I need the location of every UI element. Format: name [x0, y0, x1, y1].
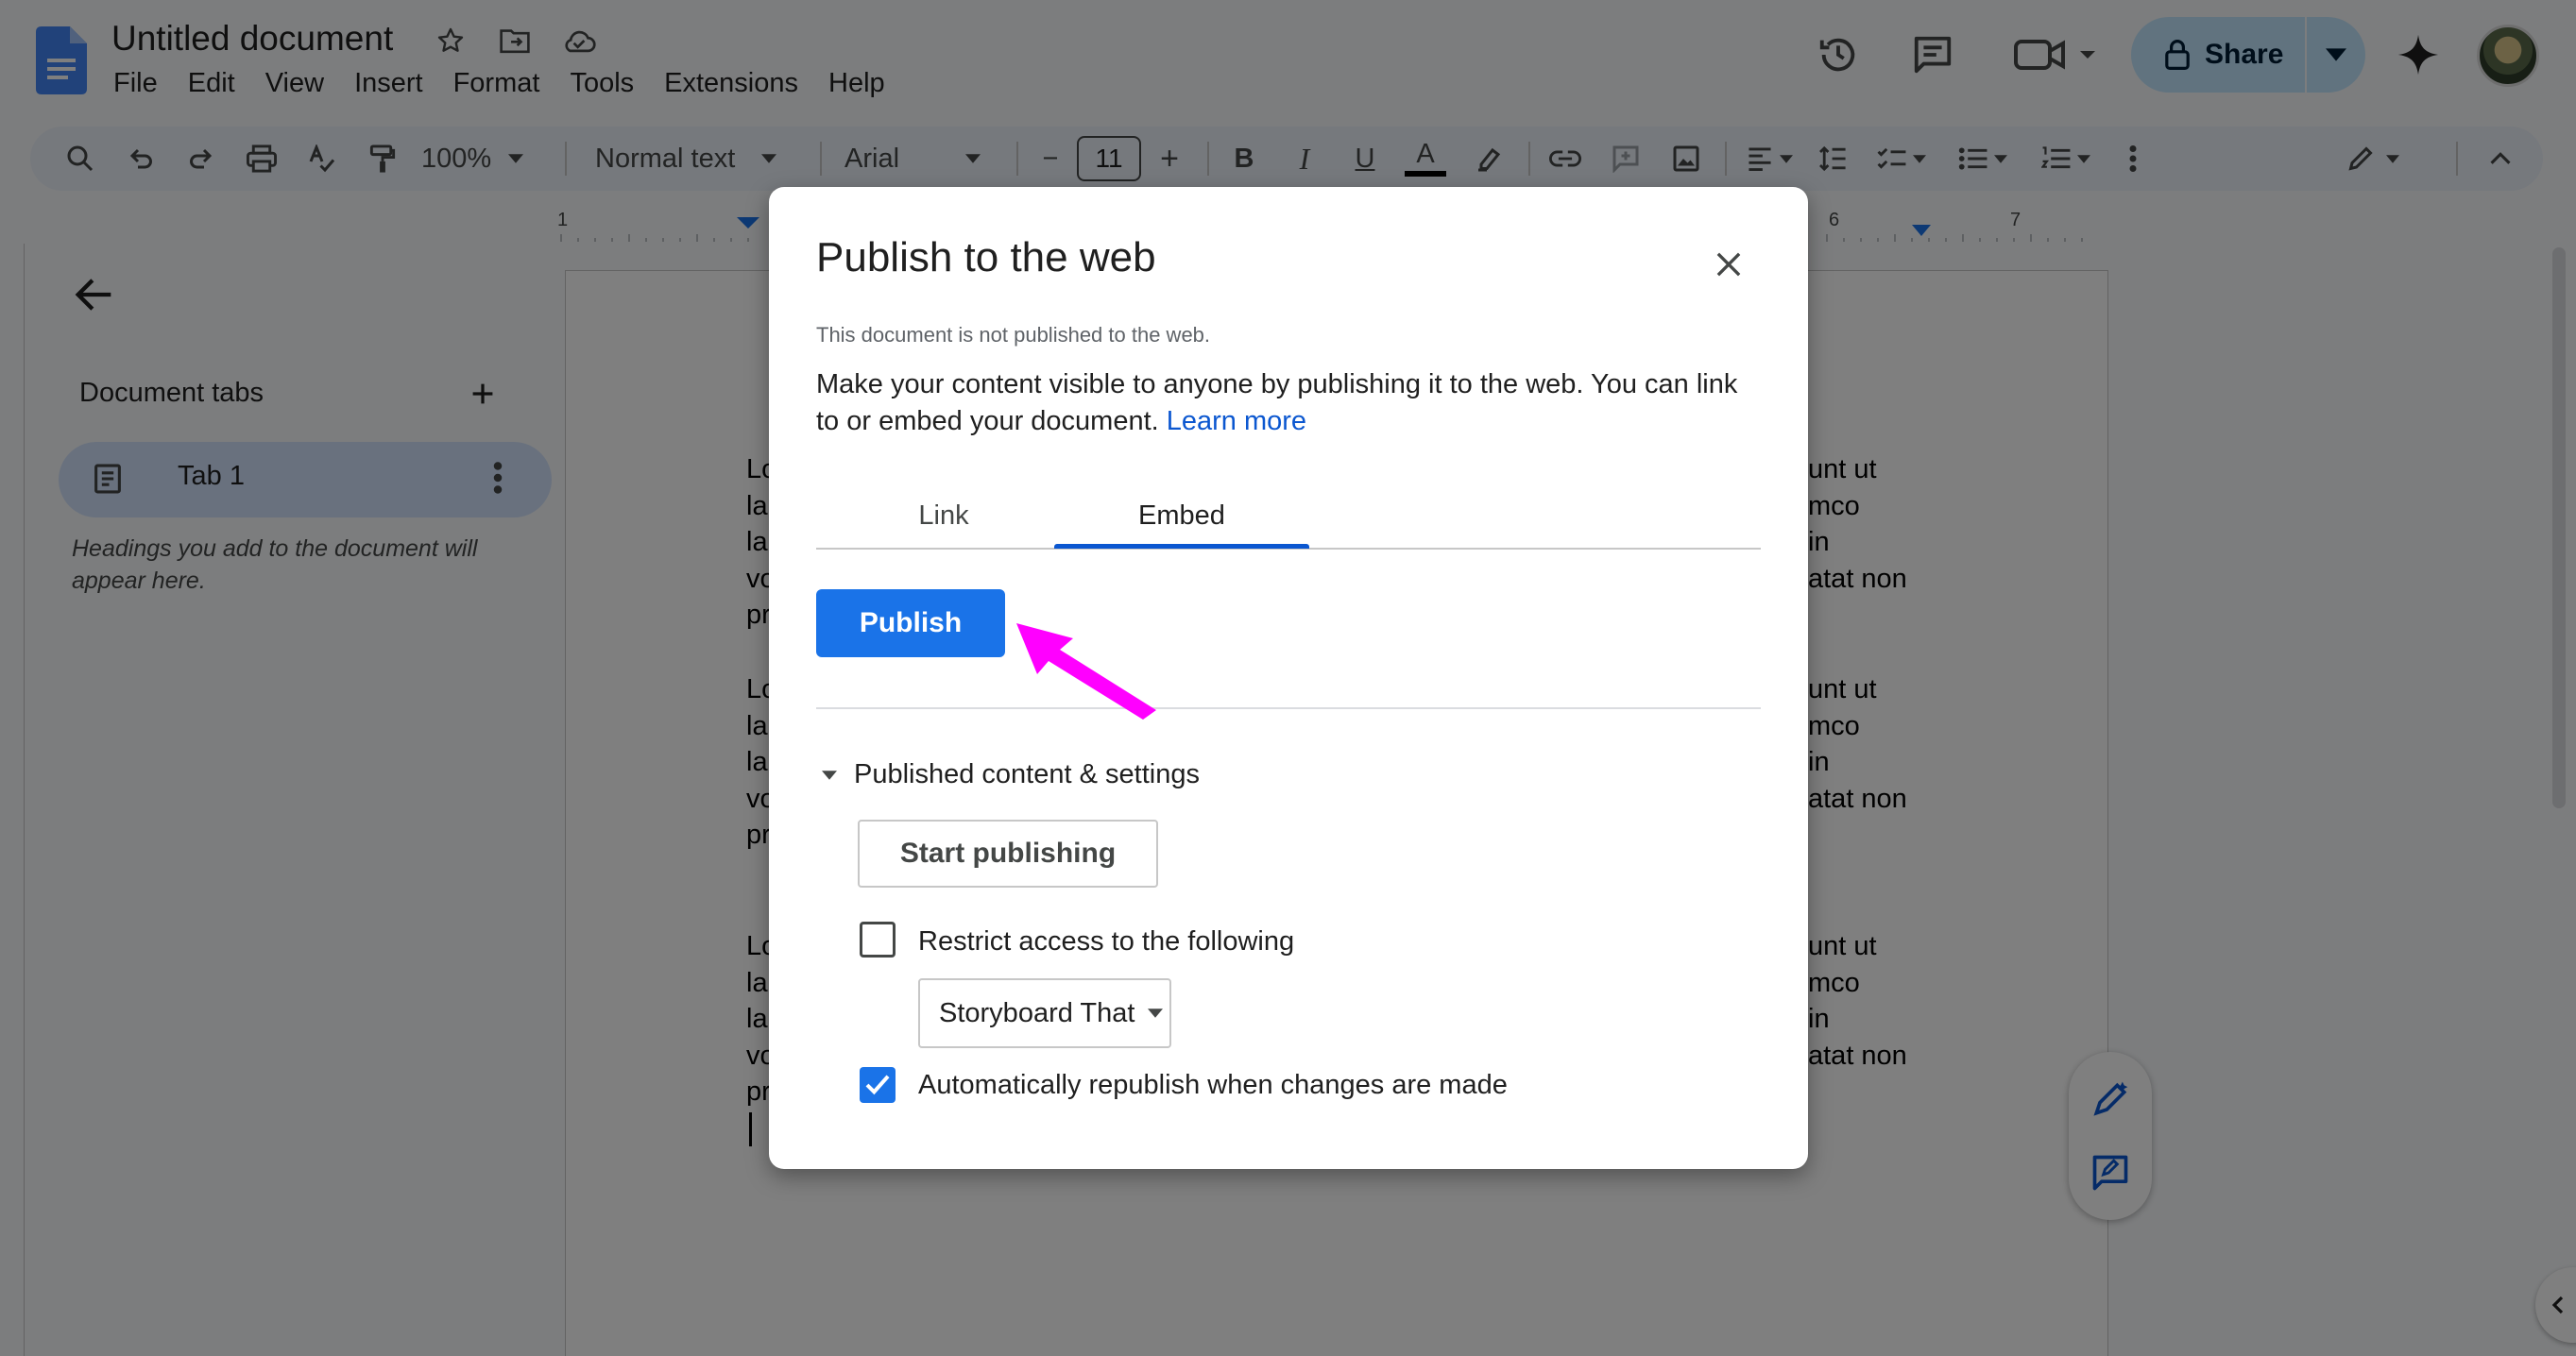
restrict-access-checkbox[interactable] [860, 922, 896, 958]
organization-value: Storyboard That [939, 997, 1135, 1028]
divider [816, 707, 1761, 709]
caret-down-icon [822, 770, 837, 780]
chevron-down-icon [1148, 1009, 1164, 1018]
published-settings-toggle[interactable]: Published content & settings [822, 759, 1200, 790]
learn-more-link[interactable]: Learn more [1167, 406, 1306, 436]
auto-republish-label: Automatically republish when changes are… [918, 1070, 1508, 1100]
annotation-arrow-icon [1016, 623, 1156, 720]
publish-to-web-dialog: Publish to the web This document is not … [769, 187, 1808, 1169]
tab-link[interactable]: Link [816, 500, 1071, 532]
checkmark-icon [865, 1075, 890, 1095]
dialog-title: Publish to the web [816, 234, 1156, 280]
auto-republish-checkbox[interactable] [860, 1067, 896, 1103]
start-publishing-button[interactable]: Start publishing [858, 820, 1158, 888]
publish-status-text: This document is not published to the we… [816, 323, 1211, 347]
publish-tabs: Link Embed [816, 489, 1761, 550]
publish-button[interactable]: Publish [816, 589, 1005, 657]
close-icon[interactable] [1704, 240, 1753, 289]
active-tab-indicator [1054, 544, 1309, 549]
tab-embed[interactable]: Embed [1054, 500, 1309, 532]
settings-label: Published content & settings [854, 759, 1200, 789]
dialog-description: Make your content visible to anyone by p… [816, 366, 1761, 440]
organization-select[interactable]: Storyboard That [918, 978, 1171, 1048]
restrict-access-label: Restrict access to the following [918, 926, 1295, 957]
